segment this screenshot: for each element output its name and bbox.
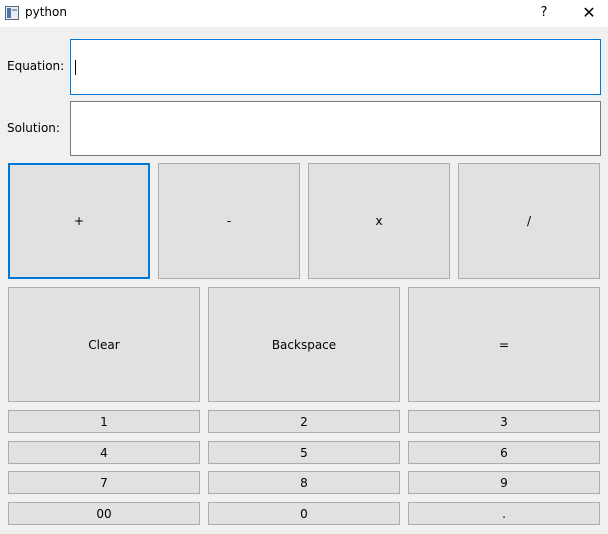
- close-icon[interactable]: ✕: [574, 0, 604, 27]
- multiply-button[interactable]: x: [308, 163, 450, 279]
- equals-button[interactable]: =: [408, 287, 600, 402]
- equation-label: Equation:: [7, 59, 65, 73]
- key-0-button[interactable]: 0: [208, 502, 400, 525]
- key-9-button[interactable]: 9: [408, 471, 600, 494]
- app-icon: [5, 6, 19, 20]
- window-title: python: [25, 5, 67, 19]
- text-caret: [75, 60, 76, 75]
- equation-field[interactable]: [70, 39, 601, 95]
- key-6-button[interactable]: 6: [408, 441, 600, 464]
- key-2-button[interactable]: 2: [208, 410, 400, 433]
- clear-button[interactable]: Clear: [8, 287, 200, 402]
- decimal-point-button[interactable]: .: [408, 502, 600, 525]
- key-00-button[interactable]: 00: [8, 502, 200, 525]
- key-7-button[interactable]: 7: [8, 471, 200, 494]
- plus-button[interactable]: +: [8, 163, 150, 279]
- key-3-button[interactable]: 3: [408, 410, 600, 433]
- backspace-button[interactable]: Backspace: [208, 287, 400, 402]
- title-bar: python ? ✕: [0, 0, 608, 27]
- help-button[interactable]: ?: [532, 0, 556, 27]
- solution-label: Solution:: [7, 121, 60, 135]
- key-5-button[interactable]: 5: [208, 441, 400, 464]
- solution-field[interactable]: [70, 101, 601, 156]
- minus-button[interactable]: -: [158, 163, 300, 279]
- key-4-button[interactable]: 4: [8, 441, 200, 464]
- key-1-button[interactable]: 1: [8, 410, 200, 433]
- divide-button[interactable]: /: [458, 163, 600, 279]
- key-8-button[interactable]: 8: [208, 471, 400, 494]
